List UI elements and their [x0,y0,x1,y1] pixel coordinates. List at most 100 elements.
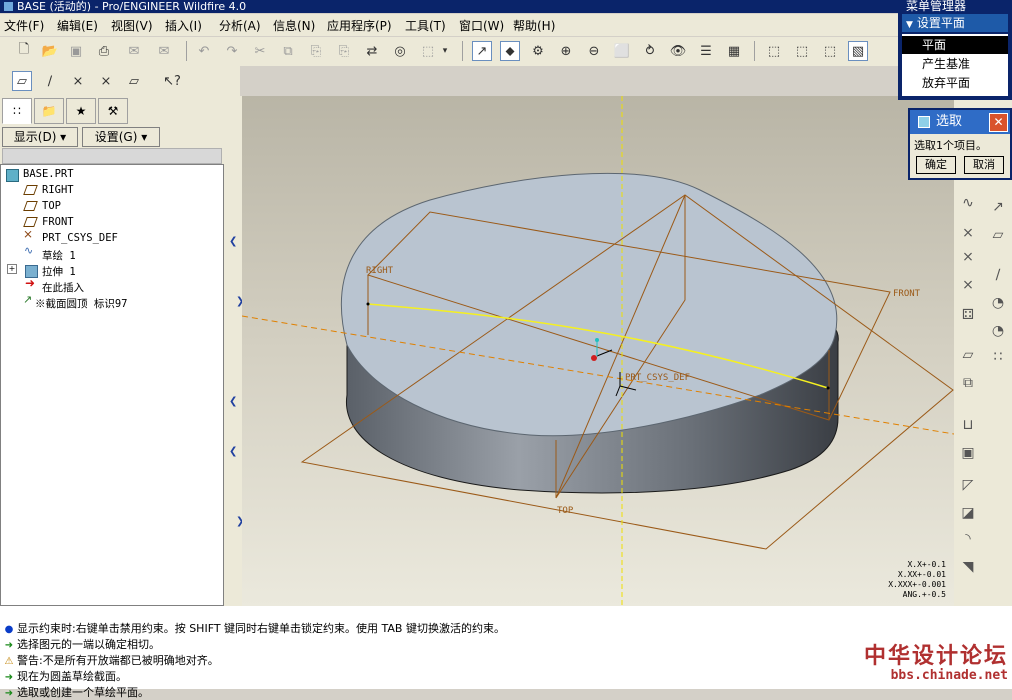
refit-icon[interactable]: ⬜ [612,41,632,61]
tree-node-sketch1[interactable]: 草绘 1 [42,248,76,263]
paste-special-icon[interactable]: ⎘ [334,41,354,61]
new-file-icon[interactable]: 🗋 [14,41,34,61]
sketch-copy-icon[interactable]: ⧉ [956,372,980,394]
tree-node-section-dome[interactable]: ※截面圆顶 标识97 [35,296,127,311]
copy-icon[interactable]: ⧉ [278,41,298,61]
tab-favorites[interactable]: ★ [66,98,96,124]
menu-view[interactable]: 视图(V) [111,17,153,34]
shading-icon[interactable]: ▧ [848,41,868,61]
sketch-endpoint[interactable] [826,386,830,390]
reorient-icon[interactable]: ⥁ [640,41,660,61]
collapse-left-icon[interactable]: ❮ [229,446,237,457]
menu-help[interactable]: 帮助(H) [513,17,555,34]
close-icon[interactable]: ✕ [989,113,1008,132]
cancel-button[interactable]: 取消 [964,156,1004,174]
print-icon[interactable]: ⎙ [94,41,114,61]
wireframe-icon[interactable]: ⬚ [764,41,784,61]
collapse-left-icon[interactable]: ❮ [229,236,237,247]
round-icon[interactable]: ◝ [956,528,980,550]
message-line: ➜ 选取或创建一个草绘平面。 [4,686,149,699]
menu-info[interactable]: 信息(N) [273,17,315,34]
csys-display-icon[interactable]: ⨯ [96,71,116,91]
point-tool-icon[interactable]: ⨯ [956,222,980,244]
cut-icon[interactable]: ✂ [250,41,270,61]
feature-tool-icon[interactable]: ↗ [986,196,1010,218]
sketch-spline-icon[interactable]: ∿ [956,192,980,214]
menu-edit[interactable]: 编辑(E) [57,17,98,34]
redo-icon[interactable]: ↷ [222,41,242,61]
chain-link-icon[interactable]: ⚃ [956,304,980,326]
settings-menu-button[interactable]: 设置(G) ▾ [82,127,160,147]
paste-icon[interactable]: ⎘ [306,41,326,61]
find-binoculars-icon[interactable]: ◎ [390,41,410,61]
tree-node-insert-here[interactable]: 在此插入 [42,280,84,295]
feature-tool-icon[interactable]: ◔ [986,320,1010,342]
sketch-endpoint[interactable] [366,302,370,306]
menu-item-make-datum[interactable]: 产生基准 [902,55,1008,73]
rib-icon[interactable]: ◪ [956,502,980,524]
menu-item-plane[interactable]: 平面 [902,36,1008,54]
tree-node-front[interactable]: FRONT [42,216,74,228]
shell-icon[interactable]: ⊔ [956,414,980,436]
menu-item-quit-plane[interactable]: 放弃平面 [902,74,1008,92]
tab-connections[interactable]: ⚒ [98,98,128,124]
tree-node-top[interactable]: TOP [42,200,61,212]
datum-plane-display-icon[interactable]: ▱ [12,71,32,91]
no-hidden-icon[interactable]: ⬚ [820,41,840,61]
regenerate-icon[interactable]: ⇄ [362,41,382,61]
tree-node-right[interactable]: RIGHT [42,184,74,196]
datum-point-display-icon[interactable]: ⨯ [68,71,88,91]
layers-icon[interactable]: ☰ [696,41,716,61]
tree-node-prt-csys-def[interactable]: PRT_CSYS_DEF [42,232,118,244]
menu-file[interactable]: 文件(F) [4,17,44,34]
csys-tool-icon[interactable]: ⨯ [956,246,980,268]
open-folder-icon[interactable]: 📂 [40,41,60,61]
menu-tools[interactable]: 工具(T) [405,17,446,34]
annotation-display-icon[interactable]: ▱ [124,71,144,91]
saved-views-icon[interactable]: 👁 [668,41,688,61]
mail-attachment-icon[interactable]: ✉ [154,41,174,61]
menu-window[interactable]: 窗口(W) [459,17,504,34]
feature-tool-icon[interactable]: ∷ [986,346,1010,368]
tree-node-base-prt[interactable]: BASE.PRT [23,168,74,180]
analysis-tool-icon[interactable]: ⨯ [956,274,980,296]
view-manager-icon[interactable]: ▦ [724,41,744,61]
selection-box-icon[interactable]: ⬚ [418,41,438,61]
tab-folder-browser[interactable]: 📁 [34,98,64,124]
expand-toggle-icon[interactable]: + [7,264,17,274]
menu-insert[interactable]: 插入(I) [165,17,202,34]
show-menu-button[interactable]: 显示(D) ▾ [2,127,78,147]
sketch-plane-icon[interactable]: ▱ [956,344,980,366]
collapse-left-icon[interactable]: ❮ [229,396,237,407]
dimension-display-icon[interactable]: ⚙ [528,41,548,61]
tree-node-extrude1[interactable]: 拉伸 1 [42,264,76,279]
graphics-window[interactable]: RIGHT FRONT TOP PRT_CSYS_DEF X.X+-0.1 X.… [242,96,954,606]
feature-tool-icon[interactable]: ∕ [986,264,1010,286]
navigator-panel: ∷ 📁 ★ ⚒ 显示(D) ▾ 设置(G) ▾ BASE.PRT RIGHT T… [0,96,228,606]
send-mail-icon[interactable]: ✉ [124,41,144,61]
ok-button[interactable]: 确定 [916,156,956,174]
datum-axis-display-icon[interactable]: ∕ [40,71,60,91]
tab-model-tree[interactable]: ∷ [2,98,32,124]
zoom-out-icon[interactable]: ⊖ [584,41,604,61]
menu-analysis[interactable]: 分析(A) [219,17,261,34]
save-icon[interactable]: ▣ [66,41,86,61]
menu-applications[interactable]: 应用程序(P) [327,17,392,34]
datum-label-top: TOP [557,506,574,516]
undo-icon[interactable]: ↶ [194,41,214,61]
sketch-display-icon[interactable]: ↗ [472,41,492,61]
hole-icon[interactable]: ▣ [956,442,980,464]
zoom-in-icon[interactable]: ⊕ [556,41,576,61]
main-toolbar: 🗋 📂 ▣ ⎙ ✉ ✉ ↶ ↷ ✂ ⧉ ⎘ ⎘ ⇄ ◎ ⬚ ▾ ↗ ⬥ ⚙ ⊕ … [0,37,900,66]
hidden-line-icon[interactable]: ⬚ [792,41,812,61]
feature-tool-icon[interactable]: ▱ [986,224,1010,246]
draft-icon[interactable]: ◸ [956,474,980,496]
chevron-down-icon[interactable]: ▾ [440,41,450,61]
model-viewport-canvas[interactable]: RIGHT FRONT TOP PRT_CSYS_DEF [242,96,954,606]
context-help-icon[interactable]: ↖? [162,71,182,91]
constraints-display-icon[interactable]: ⬥ [500,41,520,61]
navigator-sash[interactable]: ❮ ❯ ❮ ❮ ❯ [228,96,244,606]
feature-tool-icon[interactable]: ◔ [986,292,1010,314]
menu-manager-header[interactable]: ▼ 设置平面 [902,14,1008,32]
chamfer-icon[interactable]: ◥ [956,556,980,578]
